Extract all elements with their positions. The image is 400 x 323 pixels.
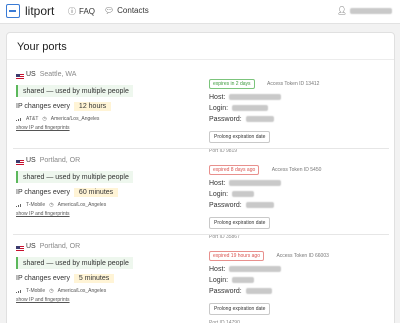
prolong-button[interactable]: Prolong expiration date — [209, 303, 271, 315]
login-value-redacted — [232, 277, 255, 284]
show-ip-link[interactable]: show IP and fingerprints — [16, 125, 70, 131]
user-icon: 👤︎ — [336, 6, 347, 15]
us-flag-icon — [16, 160, 24, 165]
ip-change-value: 12 hours — [73, 102, 112, 111]
port-location: US Seattle, WA — [26, 71, 76, 78]
ip-change-interval: IP changes every 60 minutes — [16, 187, 119, 199]
us-flag-icon — [16, 74, 24, 79]
nav-faq-label: FAQ — [79, 7, 96, 16]
show-ip-link[interactable]: show IP and fingerprints — [16, 211, 70, 217]
ip-change-label: IP changes every — [16, 189, 70, 196]
access-token-id: Access Token ID 13412 — [266, 81, 320, 87]
help-circle-icon: ⓘ — [68, 7, 76, 16]
port-credentials: expires in 2 days Access Token ID 13412 … — [209, 72, 387, 154]
clock-icon: ◷ — [49, 288, 54, 294]
carrier-name: T-Mobile — [26, 288, 46, 294]
host-label: Host: — [209, 266, 226, 273]
host-value-redacted — [229, 180, 282, 187]
password-label: Password: — [209, 202, 242, 209]
country-code: US — [26, 71, 36, 78]
page-title: Your ports — [17, 41, 67, 53]
timezone: America/Los_Angeles — [57, 202, 107, 208]
timezone: America/Los_Angeles — [50, 116, 100, 122]
ip-change-label: IP changes every — [16, 275, 70, 282]
port-meta: T-Mobile ◷ America/Los_Angeles — [16, 288, 106, 294]
user-email-redacted — [350, 7, 392, 14]
user-menu[interactable]: 👤︎ — [337, 6, 392, 15]
city-name: Portland, OR — [39, 243, 81, 250]
port-card: US Seattle, WA shared — used by multiple… — [13, 69, 389, 154]
ip-change-label: IP changes every — [16, 103, 70, 110]
login-label: Login: — [209, 277, 229, 284]
port-location: US Portland, OR — [26, 157, 80, 164]
ip-change-value: 60 minutes — [73, 188, 119, 197]
country-code: US — [26, 243, 36, 250]
divider — [13, 148, 389, 149]
host-value-redacted — [229, 266, 282, 273]
prolong-button[interactable]: Prolong expiration date — [209, 217, 271, 229]
us-flag-icon — [16, 246, 24, 251]
sharing-badge: shared — used by multiple people — [16, 171, 133, 183]
nav-contacts[interactable]: 💬︎ Contacts — [104, 6, 149, 15]
password-value-redacted — [245, 116, 274, 123]
nav-faq[interactable]: ⓘ FAQ — [68, 6, 95, 17]
signal-icon — [16, 289, 22, 293]
expiry-badge: expired 8 days ago — [209, 165, 260, 175]
login-value-redacted — [232, 105, 269, 112]
ports-panel: Your ports US Seattle, WA shared — used … — [6, 32, 395, 323]
country-code: US — [26, 157, 36, 164]
password-value-redacted — [245, 202, 274, 209]
ip-change-value: 5 minutes — [73, 274, 115, 283]
sharing-badge: shared — used by multiple people — [16, 85, 133, 97]
top-navbar: litport ⓘ FAQ 💬︎ Contacts 👤︎ — [0, 0, 400, 24]
city-name: Seattle, WA — [39, 71, 77, 78]
access-token-id: Access Token ID 66003 — [276, 253, 329, 259]
host-value-redacted — [229, 94, 282, 101]
credentials: Host: Login: Password: — [209, 264, 387, 297]
carrier-name: T-Mobile — [26, 202, 46, 208]
timezone: America/Los_Angeles — [57, 288, 107, 294]
port-credentials: expired 8 days ago Access Token ID 5450 … — [209, 158, 387, 240]
clock-icon: ◷ — [42, 116, 47, 122]
sharing-badge: shared — used by multiple people — [16, 257, 133, 269]
ip-change-interval: IP changes every 5 minutes — [16, 273, 115, 285]
port-card: US Portland, OR shared — used by multipl… — [13, 155, 389, 240]
port-card: US Portland, OR shared — used by multipl… — [13, 241, 389, 323]
clock-icon: ◷ — [49, 202, 54, 208]
chat-bubbles-icon: 💬︎ — [104, 6, 115, 15]
brand-name[interactable]: litport — [25, 4, 54, 18]
divider — [7, 59, 394, 60]
access-token-id: Access Token ID 5450 — [271, 167, 322, 173]
nav-contacts-label: Contacts — [117, 6, 149, 15]
host-label: Host: — [209, 180, 226, 187]
show-ip-link[interactable]: show IP and fingerprints — [16, 297, 70, 303]
prolong-button[interactable]: Prolong expiration date — [209, 131, 271, 143]
credentials: Host: Login: Password: — [209, 178, 387, 211]
port-meta: AT&T ◷ America/Los_Angeles — [16, 116, 99, 122]
port-credentials: expired 19 hours ago Access Token ID 660… — [209, 244, 387, 323]
divider — [13, 234, 389, 235]
expiry-badge: expired 19 hours ago — [209, 251, 264, 261]
signal-icon — [16, 203, 22, 207]
monitor-logo-icon[interactable] — [6, 4, 20, 18]
password-value-redacted — [245, 288, 272, 295]
expiry-badge: expires in 2 days — [209, 79, 255, 89]
carrier-name: AT&T — [26, 116, 39, 122]
credentials: Host: Login: Password: — [209, 92, 387, 125]
signal-icon — [16, 117, 22, 121]
login-label: Login: — [209, 191, 229, 198]
port-meta: T-Mobile ◷ America/Los_Angeles — [16, 202, 106, 208]
login-label: Login: — [209, 105, 229, 112]
host-label: Host: — [209, 94, 226, 101]
login-value-redacted — [232, 191, 255, 198]
port-location: US Portland, OR — [26, 243, 80, 250]
password-label: Password: — [209, 116, 242, 123]
city-name: Portland, OR — [39, 157, 81, 164]
password-label: Password: — [209, 288, 242, 295]
ip-change-interval: IP changes every 12 hours — [16, 101, 112, 113]
